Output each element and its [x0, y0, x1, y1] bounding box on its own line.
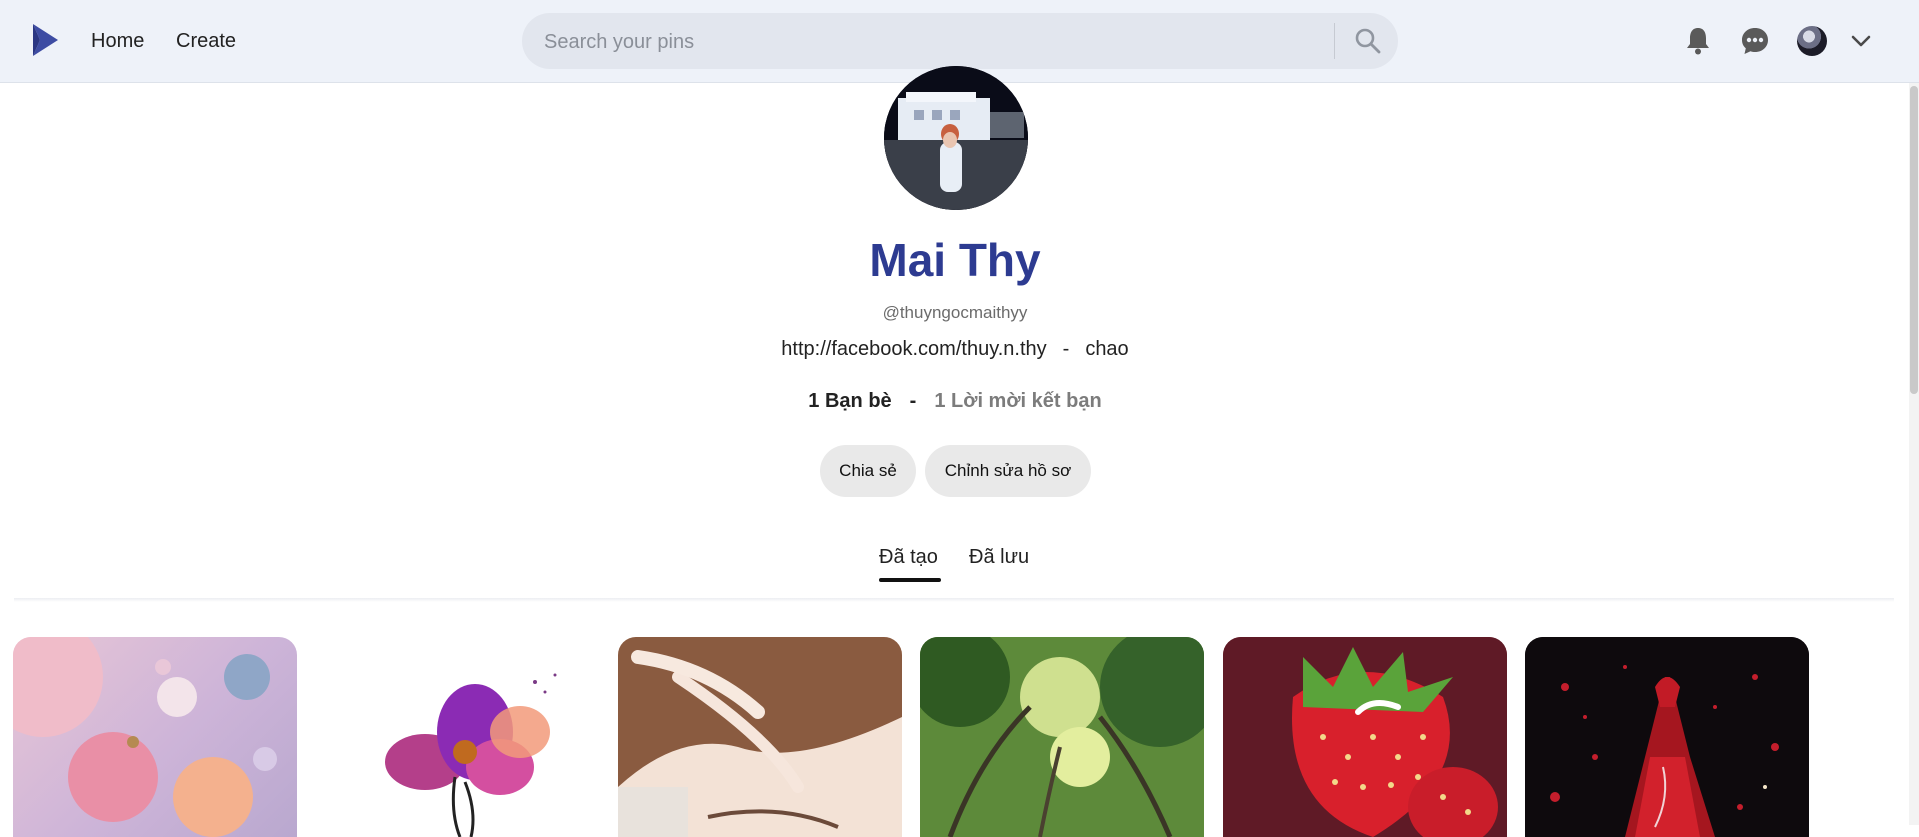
- search-icon[interactable]: [1354, 27, 1382, 55]
- tab-created[interactable]: Đã tạo: [879, 543, 938, 571]
- pin-image: [13, 637, 277, 837]
- user-avatar[interactable]: [1797, 26, 1827, 56]
- chat-icon[interactable]: [1738, 24, 1772, 58]
- pin-card[interactable]: [13, 637, 297, 837]
- nav-create-link[interactable]: Create: [176, 27, 236, 55]
- profile-handle: @thuyngocmaithyy: [882, 303, 1028, 322]
- profile-avatar: [884, 66, 1028, 210]
- pin-card[interactable]: [1223, 637, 1507, 837]
- search-divider: [1334, 23, 1335, 59]
- pin-image: [618, 637, 902, 837]
- search-bar: [522, 13, 1398, 71]
- pin-image: [1525, 637, 1809, 837]
- tab-saved[interactable]: Đã lưu: [969, 543, 1029, 571]
- active-tab-indicator: [879, 578, 941, 582]
- share-button[interactable]: Chia sẻ: [820, 445, 916, 497]
- pin-card[interactable]: [618, 637, 902, 837]
- profile-name: Mai Thy: [869, 234, 1041, 286]
- profile-bio: chao: [1085, 338, 1129, 360]
- pin-card[interactable]: [315, 637, 599, 837]
- pin-image: [920, 637, 1204, 837]
- profile-links: http://facebook.com/thuy.n.thy - chao: [0, 338, 1910, 361]
- tabs-divider: [14, 598, 1894, 602]
- edit-profile-button[interactable]: Chỉnh sửa hồ sơ: [925, 445, 1091, 497]
- pin-image: [1223, 637, 1507, 837]
- bell-icon[interactable]: [1681, 24, 1715, 58]
- brand-play-logo-icon[interactable]: [30, 22, 60, 58]
- pin-image: [385, 673, 557, 837]
- chevron-down-icon[interactable]: [1849, 29, 1873, 53]
- pin-card[interactable]: [1525, 637, 1809, 837]
- profile-website-link[interactable]: http://facebook.com/thuy.n.thy: [781, 338, 1046, 360]
- profile-stats: 1 Bạn bè -1 Lời mời kết bạn: [0, 390, 1910, 413]
- friend-requests-count[interactable]: 1 Lời mời kết bạn: [934, 390, 1101, 412]
- profile-photo: [884, 66, 1028, 210]
- scrollbar-thumb[interactable]: [1910, 86, 1918, 394]
- link-separator: -: [1062, 338, 1070, 360]
- friends-count[interactable]: 1 Bạn bè: [808, 390, 891, 412]
- stats-separator: -: [909, 390, 917, 412]
- nav-home-link[interactable]: Home: [91, 27, 144, 55]
- search-input[interactable]: [542, 13, 1326, 71]
- pin-card[interactable]: [920, 637, 1204, 837]
